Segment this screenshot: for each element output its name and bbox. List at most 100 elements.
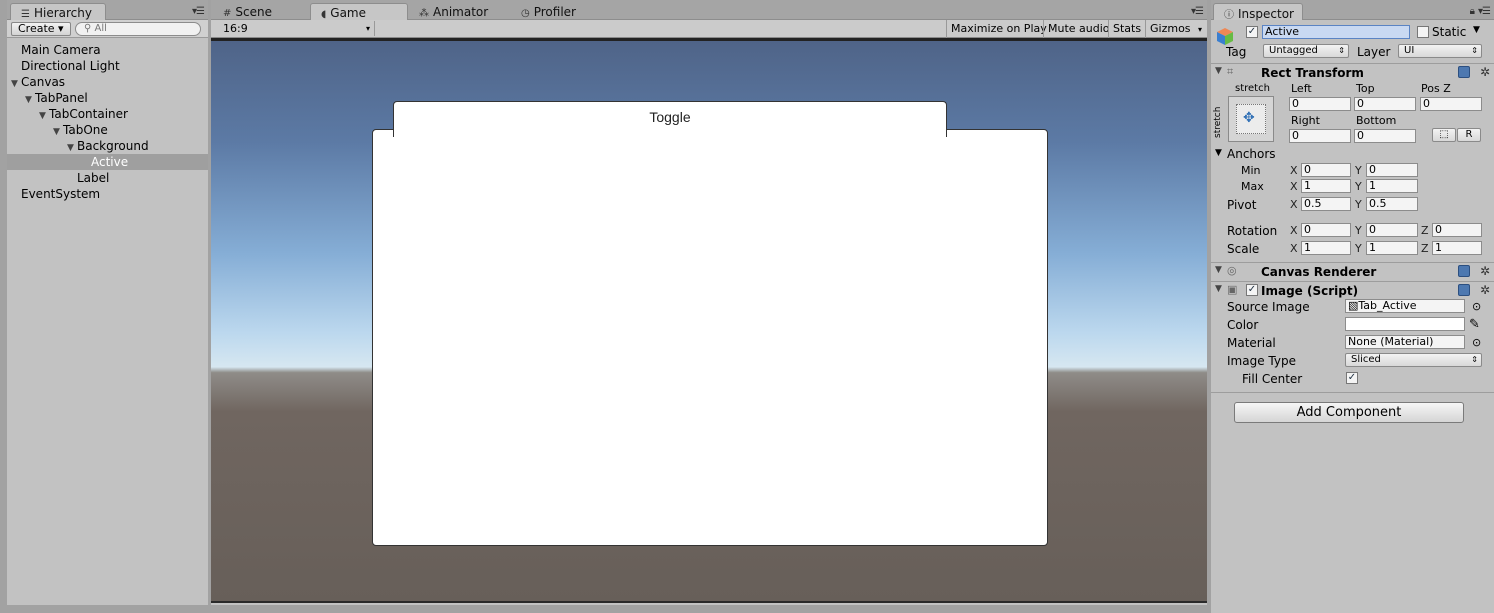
stats-button[interactable]: Stats [1108,20,1145,38]
search-input[interactable]: ⚲ All [75,22,201,36]
right-label: Right [1291,114,1320,127]
tab-inspector[interactable]: ⓘ Inspector [1213,3,1303,21]
left-label: Left [1291,82,1312,95]
posz-field[interactable]: 0 [1420,97,1482,111]
info-icon: ⓘ [1224,10,1234,21]
axis-y-label: Y [1355,224,1362,237]
tab-game[interactable]: ◖ Game [310,3,408,20]
hierarchy-item[interactable]: Active [7,154,208,170]
maximize-on-play-button[interactable]: Maximize on Play [946,20,1051,38]
viewport-bottom-border [211,601,1207,603]
anchor-min-y-field[interactable]: 0 [1366,163,1418,177]
collapse-arrow-icon[interactable]: ▼ [1215,265,1222,275]
gear-icon[interactable]: ✲ [1480,65,1490,79]
gear-icon[interactable]: ✲ [1480,264,1490,278]
object-picker-icon[interactable]: ⊙ [1472,300,1481,313]
bottom-field[interactable]: 0 [1354,129,1416,143]
create-button[interactable]: Create ▾ [11,22,71,36]
mute-audio-button[interactable]: Mute audio [1043,20,1114,38]
dropdown-arrow-icon: ⇕ [1338,46,1345,55]
gizmos-button[interactable]: Gizmos ▾ [1145,20,1206,38]
left-field[interactable]: 0 [1289,97,1351,111]
axis-x-label: X [1290,180,1298,193]
axis-x-label: X [1290,164,1298,177]
lock-icon[interactable]: 🔒︎ [1470,6,1475,17]
material-field[interactable]: None (Material) [1345,335,1465,349]
active-checkbox[interactable]: ✓ [1246,26,1258,38]
canvas-renderer-header[interactable]: ▼ ◎ Canvas Renderer ✲ [1211,262,1494,280]
collapse-arrow-icon[interactable]: ▼ [1215,66,1222,76]
rect-transform-header[interactable]: ▼ ⌗ Rect Transform ✲ [1211,63,1494,81]
panel-menu-icon[interactable]: ▾☰ [192,6,205,17]
rotation-z-field[interactable]: 0 [1432,223,1482,237]
hierarchy-item[interactable]: ▼ TabContainer [7,106,208,122]
fill-center-checkbox[interactable]: ✓ [1346,372,1358,384]
rotation-y-field[interactable]: 0 [1366,223,1418,237]
image-script-header[interactable]: ▼ ▣ ✓ Image (Script) ✲ [1211,281,1494,299]
blueprint-mode-button[interactable]: ⬚ [1432,128,1456,142]
static-checkbox[interactable] [1417,26,1429,38]
pivot-y-field[interactable]: 0.5 [1366,197,1418,211]
source-image-field[interactable]: ▧Tab_Active [1345,299,1465,313]
top-field[interactable]: 0 [1354,97,1416,111]
scale-x-field[interactable]: 1 [1301,241,1351,255]
rotation-x-field[interactable]: 0 [1301,223,1351,237]
axis-x-label: X [1290,242,1298,255]
axis-z-label: Z [1421,242,1429,255]
image-type-dropdown[interactable]: Sliced ⇕ [1345,353,1482,367]
image-enabled-checkbox[interactable]: ✓ [1246,284,1258,296]
scale-label: Scale [1227,242,1260,256]
tab-header[interactable]: Toggle [393,101,947,137]
panel-menu-icon[interactable]: ▾☰ [1478,6,1491,17]
hierarchy-item[interactable]: Label [7,170,208,186]
scale-y-field[interactable]: 1 [1366,241,1418,255]
axis-x-label: X [1290,198,1298,211]
image-type-label: Image Type [1227,354,1296,368]
color-field[interactable] [1345,317,1465,331]
static-dropdown-arrow-icon[interactable]: ▼ [1473,25,1480,35]
dropdown-arrow-icon: ▾ [1198,25,1203,34]
anchors-arrow-icon[interactable]: ▼ [1215,148,1222,158]
aspect-dropdown[interactable]: 16:9 ▾ [215,21,375,36]
tab-profiler[interactable]: ◷ Profiler [511,3,586,20]
panel-menu-icon[interactable]: ▾☰ [1191,6,1204,17]
tab-scene[interactable]: # Scene [213,3,282,20]
hierarchy-item[interactable]: Main Camera [7,42,208,58]
help-book-icon[interactable] [1458,284,1470,296]
gameobject-cube-icon [1215,26,1235,46]
tag-dropdown[interactable]: Untagged ⇕ [1263,44,1349,58]
hierarchy-item[interactable]: Directional Light [7,58,208,74]
hierarchy-item[interactable]: ▼ Canvas [7,74,208,90]
anchor-presets-button[interactable]: ✥ [1228,96,1274,142]
tab-hierarchy[interactable]: ☰ Hierarchy [10,3,106,20]
static-label: Static [1432,25,1467,39]
object-picker-icon[interactable]: ⊙ [1472,336,1481,349]
posz-label: Pos Z [1421,82,1451,95]
add-component-button[interactable]: Add Component [1234,402,1464,423]
hierarchy-item[interactable]: ▼ TabPanel [7,90,208,106]
help-book-icon[interactable] [1458,66,1470,78]
hierarchy-item[interactable]: ▼ TabOne [7,122,208,138]
anchor-max-x-field[interactable]: 1 [1301,179,1351,193]
anchor-max-y-field[interactable]: 1 [1366,179,1418,193]
hierarchy-item-label: TabOne [63,123,108,137]
anchor-min-x-field[interactable]: 0 [1301,163,1351,177]
right-field[interactable]: 0 [1289,129,1351,143]
gear-icon[interactable]: ✲ [1480,283,1490,297]
hierarchy-item[interactable]: ▼ Background [7,138,208,154]
raw-edit-button[interactable]: R [1457,128,1481,142]
help-book-icon[interactable] [1458,265,1470,277]
eyedropper-icon[interactable]: ✎ [1469,317,1480,332]
object-name-input[interactable]: Active [1262,25,1410,39]
tab-animator[interactable]: ⁂ Animator [409,3,498,20]
scale-z-field[interactable]: 1 [1432,241,1482,255]
collapse-arrow-icon[interactable]: ▼ [1215,284,1222,294]
game-viewport[interactable]: Toggle [211,38,1207,603]
layer-dropdown[interactable]: UI ⇕ [1398,44,1482,58]
anchor-preset-frame: ✥ [1236,104,1266,134]
pivot-x-field[interactable]: 0.5 [1301,197,1351,211]
hierarchy-item[interactable]: EventSystem [7,186,208,202]
hierarchy-item-label: Main Camera [21,43,101,57]
dropdown-arrow-icon: ⇕ [1471,46,1478,55]
stretch-horizontal-label: stretch [1235,83,1270,94]
